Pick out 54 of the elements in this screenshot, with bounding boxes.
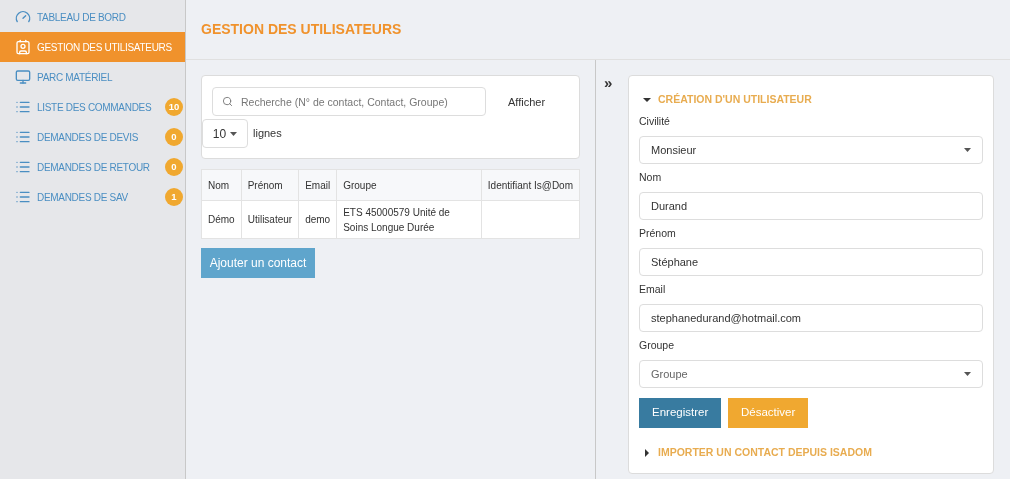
sidebar-item[interactable]: DEMANDES DE DEVIS 0 <box>0 122 185 152</box>
column-header: Prénom <box>241 169 299 201</box>
field-label: Prénom <box>639 226 677 240</box>
input-field[interactable]: stephanedurand@hotmail.com <box>639 303 983 332</box>
caret-icon <box>964 147 971 152</box>
count-badge: 10 <box>165 98 183 116</box>
select-field[interactable]: Monsieur <box>639 135 983 164</box>
input-field[interactable]: Durand <box>639 191 983 220</box>
table-cell: ETS 45000579 Unité de Soins Longue Durée <box>336 200 482 239</box>
caret-icon <box>643 448 651 457</box>
list-icon <box>15 129 31 145</box>
field-label: Civilité <box>639 114 671 128</box>
caret-icon <box>230 131 238 136</box>
field-label: Nom <box>639 170 663 184</box>
deactivate-button[interactable]: Désactiver <box>728 397 808 428</box>
count-badge: 0 <box>165 128 183 146</box>
caret-icon <box>643 95 651 104</box>
contact-card-icon <box>15 39 31 55</box>
table-cell: demo <box>298 200 337 239</box>
field-label: Email <box>639 282 667 296</box>
show-label: Afficher <box>508 95 546 110</box>
sidebar-item[interactable]: TABLEAU DE BORD <box>0 2 185 32</box>
section-toggle[interactable]: CRÉATION D'UN UTILISATEUR <box>639 92 983 108</box>
count-badge: 0 <box>165 158 183 176</box>
search-icon <box>222 96 233 107</box>
sidebar-item[interactable]: PARC MATÉRIEL <box>0 62 185 92</box>
search-field[interactable]: Recherche (N° de contact, Contact, Groupe) <box>212 87 486 116</box>
column-header: Email <box>298 169 337 201</box>
sidebar-item[interactable]: DEMANDES DE SAV 1 <box>0 182 185 212</box>
save-button[interactable]: Enregistrer <box>639 397 721 428</box>
sidebar-item[interactable]: GESTION DES UTILISATEURS <box>0 32 185 62</box>
table-cell: Démo <box>201 200 242 239</box>
column-header: Identifiant Is@Dom <box>481 169 580 201</box>
input-field[interactable]: Stéphane <box>639 247 983 276</box>
field-label: Groupe <box>639 338 676 352</box>
list-icon <box>15 189 31 205</box>
gauge-icon <box>15 9 31 25</box>
table-cell: Utilisateur <box>241 200 299 239</box>
column-header: Nom <box>201 169 242 201</box>
column-header: Groupe <box>336 169 482 201</box>
collapse-toggle[interactable]: » <box>604 75 624 89</box>
page-size-select[interactable]: 10 <box>202 119 248 148</box>
caret-icon <box>964 371 971 376</box>
lines-label: lignes <box>253 126 282 141</box>
count-badge: 1 <box>165 188 183 206</box>
list-icon <box>15 99 31 115</box>
monitor-icon <box>15 69 31 85</box>
add-contact-button[interactable]: Ajouter un contact <box>201 248 315 278</box>
list-icon <box>15 159 31 175</box>
sidebar-item[interactable]: DEMANDES DE RETOUR 0 <box>0 152 185 182</box>
select-field[interactable]: Groupe <box>639 359 983 388</box>
sidebar-item[interactable]: LISTE DES COMMANDES 10 <box>0 92 185 122</box>
page-title: GESTION DES UTILISATEURS <box>201 20 402 39</box>
section-toggle[interactable]: IMPORTER UN CONTACT DEPUIS ISADOM <box>639 444 983 461</box>
